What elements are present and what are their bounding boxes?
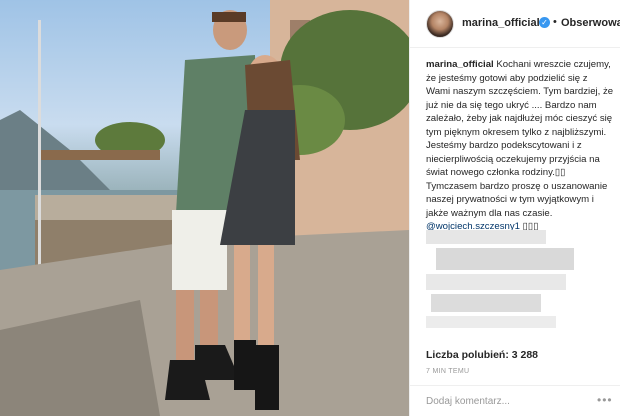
follow-button[interactable]: Obserwowanie [561,17,620,29]
header-username[interactable]: marina_official [462,17,540,29]
comment-box: ••• [410,385,620,416]
comment-input[interactable] [426,392,586,410]
verified-badge-icon: ✓ [539,17,550,28]
header-separator: • [553,16,557,28]
post-header: marina_official ✓ • Obserwowanie [410,0,620,48]
likes-count[interactable]: Liczba polubień: 3 288 [426,349,538,361]
post-side-panel: marina_official ✓ • Obserwowanie marina_… [409,0,620,416]
avatar[interactable] [426,10,454,38]
blurred-comments [426,230,574,330]
photo-scene [0,0,409,416]
caption-username[interactable]: marina_official [426,59,494,70]
post-caption: marina_official Kochani wreszcie czujemy… [426,58,614,234]
more-options-icon[interactable]: ••• [597,393,613,407]
post-time[interactable]: 7 MIN TEMU [426,368,469,375]
caption-text: Kochani wreszcie czujemy, że jesteśmy go… [426,59,614,219]
post-photo[interactable] [0,0,409,416]
